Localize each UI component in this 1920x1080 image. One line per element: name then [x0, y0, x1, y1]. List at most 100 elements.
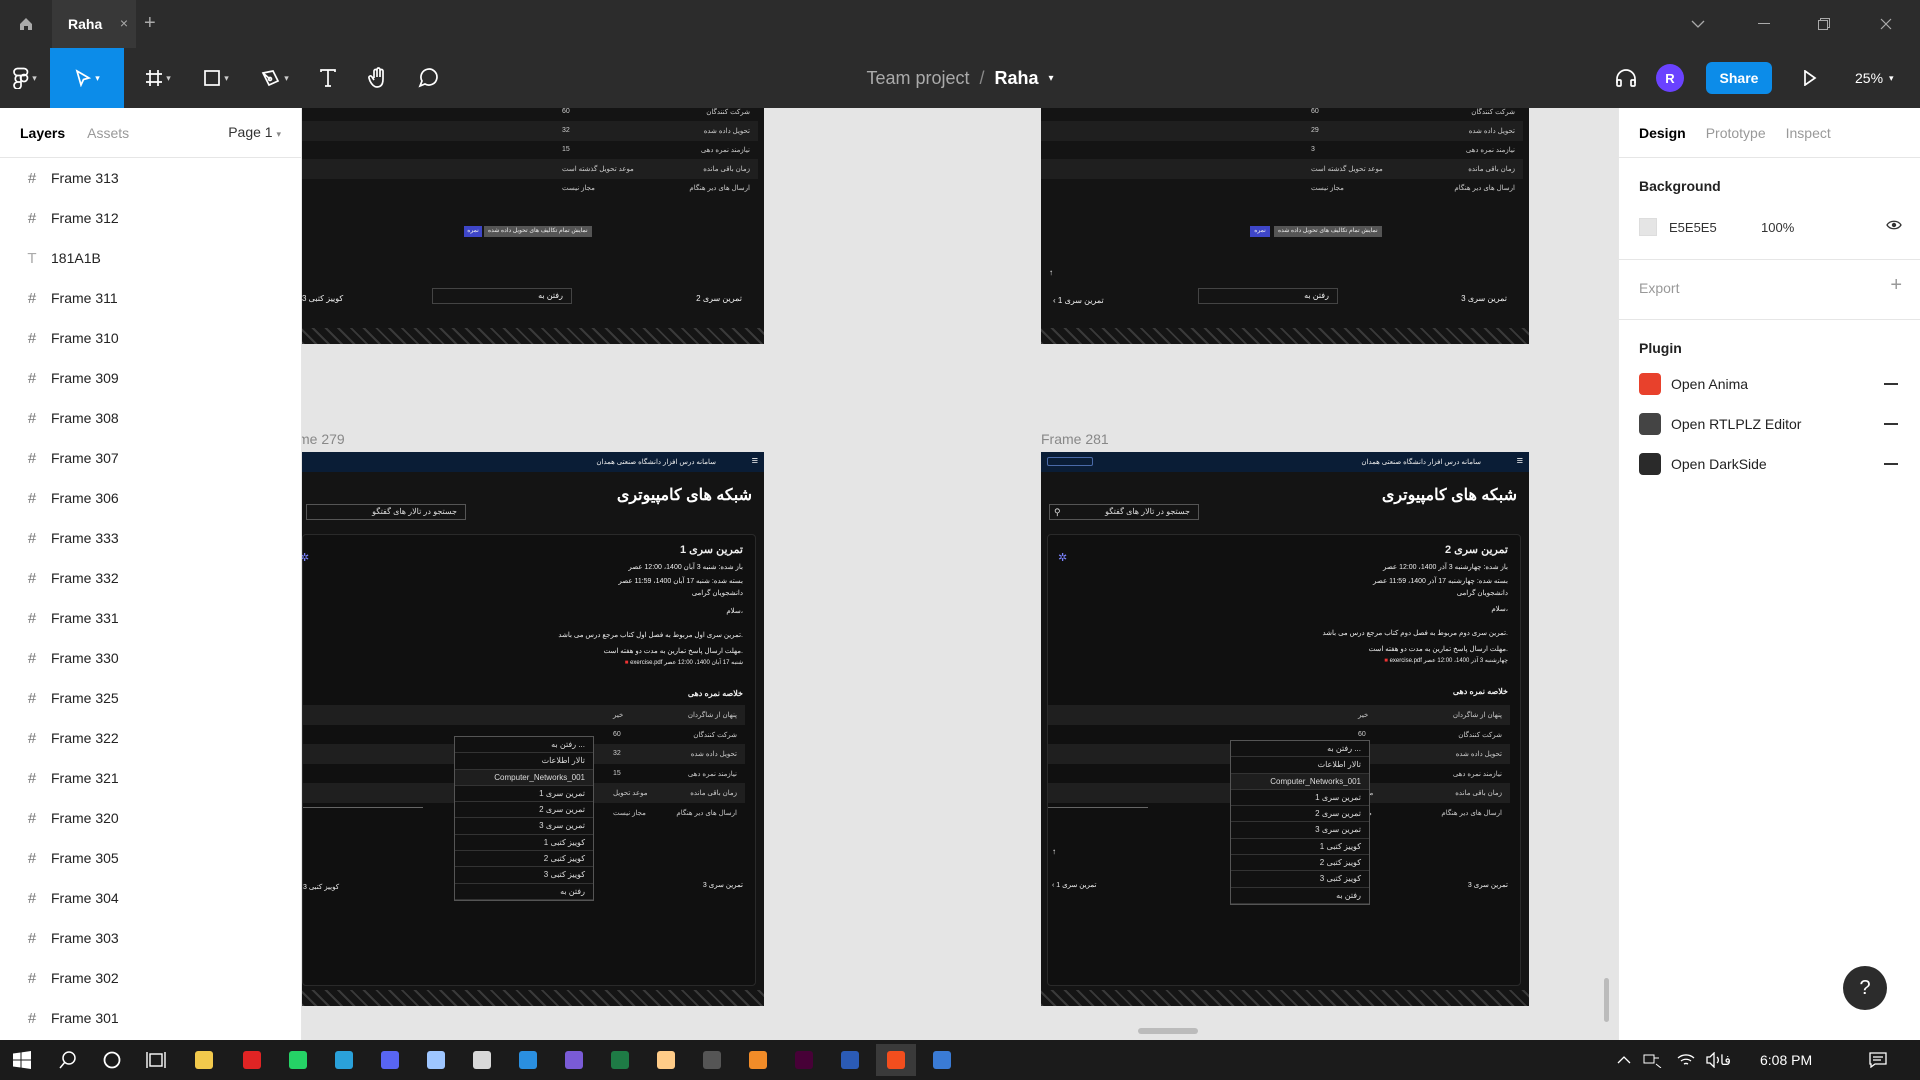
app-m-icon[interactable]: [554, 1044, 594, 1076]
layer-item[interactable]: T 181A1B: [0, 238, 301, 278]
layer-item[interactable]: # Frame 303: [0, 918, 301, 958]
layer-item[interactable]: # Frame 325: [0, 678, 301, 718]
login-button[interactable]: [1047, 457, 1093, 466]
layer-item[interactable]: # Frame 322: [0, 718, 301, 758]
dropdown-option[interactable]: تالار اطلاعات: [1231, 757, 1369, 774]
plugin-item[interactable]: Open DarkSide: [1639, 444, 1900, 484]
breadcrumb-team[interactable]: Team project: [866, 68, 969, 89]
layer-item[interactable]: # Frame 309: [0, 358, 301, 398]
frame-label[interactable]: Frame 281: [1041, 431, 1109, 447]
breadcrumb-file[interactable]: Raha: [995, 68, 1039, 89]
dropdown-option[interactable]: Computer_Networks_001: [1231, 773, 1369, 790]
dropdown-option[interactable]: کوییز کتبی 3: [455, 867, 593, 884]
search-icon[interactable]: [48, 1044, 88, 1076]
nav-prev-link[interactable]: کوییز کتبی 3: [302, 294, 343, 303]
dropdown-option[interactable]: تمرین سری 2: [455, 802, 593, 819]
notification-icon[interactable]: [1858, 1044, 1898, 1076]
frame-top-left[interactable]: شرکت کنندگان 60 تحویل داده شده 32 نیازمند نم…: [302, 108, 764, 344]
windows-start-icon[interactable]: [2, 1044, 42, 1076]
eye-icon[interactable]: [1886, 218, 1902, 236]
layer-item[interactable]: # Frame 302: [0, 958, 301, 998]
vertical-scrollbar[interactable]: [1604, 978, 1609, 1022]
dropdown-option[interactable]: کوییز کتبی 2: [455, 851, 593, 868]
adobe-xd-icon[interactable]: [784, 1044, 824, 1076]
dropdown-option[interactable]: رفتن به: [1231, 888, 1369, 904]
forum-search-input[interactable]: جستجو در تالار های گفتگو: [306, 504, 466, 520]
frame-top-right[interactable]: شرکت کنندگان 60 تحویل داده شده 29 نیازمند نم…: [1041, 108, 1529, 344]
dropdown-option[interactable]: Computer_Networks_001: [455, 769, 593, 786]
jump-to-dropdown[interactable]: رفتن به ... تالار اطلاعات Computer_Network…: [454, 736, 594, 901]
dropdown-option[interactable]: تالار اطلاعات: [455, 753, 593, 770]
dropdown-option[interactable]: کوییز کتبی 3: [1231, 871, 1369, 888]
plugin-item[interactable]: Open RTLPLZ Editor: [1639, 404, 1900, 444]
dropdown-option[interactable]: تمرین سری 1: [455, 786, 593, 803]
dropdown-option[interactable]: تمرین سری 3: [455, 818, 593, 835]
gear-icon[interactable]: ✲: [302, 551, 309, 564]
page-selector[interactable]: Page 1 ▾: [228, 124, 281, 140]
attachment[interactable]: ■ exercise.pdf شنبه 17 آبان 1400، 12:00 …: [625, 659, 743, 666]
app-cube-icon[interactable]: [416, 1044, 456, 1076]
file-explorer-icon[interactable]: [184, 1044, 224, 1076]
nav-next-link[interactable]: تمرین سری 2: [696, 294, 742, 303]
word-icon[interactable]: [830, 1044, 870, 1076]
avatar[interactable]: R: [1656, 64, 1684, 92]
layer-item[interactable]: # Frame 306: [0, 478, 301, 518]
show-submissions-button[interactable]: نمایش تمام تکالیف های تحویل داده شده: [484, 226, 592, 237]
layer-item[interactable]: # Frame 307: [0, 438, 301, 478]
nav-prev-link[interactable]: ‹ تمرین سری 1: [1053, 296, 1104, 305]
layer-item[interactable]: # Frame 313: [0, 158, 301, 198]
chevron-down-icon[interactable]: ▾: [1049, 73, 1054, 84]
app-doc-icon[interactable]: [646, 1044, 686, 1076]
layer-item[interactable]: # Frame 308: [0, 398, 301, 438]
jump-to-select[interactable]: رفتن به: [1198, 288, 1338, 304]
remove-plugin-icon[interactable]: [1884, 423, 1898, 425]
tab-layers[interactable]: Layers: [20, 125, 65, 141]
add-export-icon[interactable]: +: [1890, 274, 1902, 297]
present-button[interactable]: [1790, 48, 1830, 108]
background-opacity-input[interactable]: 100%: [1761, 220, 1794, 235]
tab-assets[interactable]: Assets: [87, 125, 129, 141]
help-button[interactable]: ?: [1843, 966, 1887, 1010]
grade-button[interactable]: نمره: [464, 226, 482, 237]
tab-prototype[interactable]: Prototype: [1706, 125, 1766, 141]
hamburger-icon[interactable]: ≡: [752, 455, 758, 467]
nav-prev-link[interactable]: ‹ تمرین سری 1: [1052, 881, 1096, 889]
share-button[interactable]: Share: [1706, 62, 1772, 94]
restore-icon[interactable]: [1794, 0, 1854, 48]
dropdown-option[interactable]: کوییز کتبی 1: [455, 835, 593, 852]
show-submissions-button[interactable]: نمایش تمام تکالیف های تحویل داده شده: [1274, 226, 1382, 237]
dropdown-option[interactable]: کوییز کتبی 2: [1231, 855, 1369, 872]
remove-plugin-icon[interactable]: [1884, 383, 1898, 385]
frame-279[interactable]: سامانه درس افزار دانشگاه صنعتی همدان ≡ ش…: [302, 452, 764, 1006]
layer-item[interactable]: # Frame 312: [0, 198, 301, 238]
frame-281[interactable]: سامانه درس افزار دانشگاه صنعتی همدان ≡ ش…: [1041, 452, 1529, 1006]
clock[interactable]: 6:08 PM: [1760, 1040, 1812, 1080]
dropdown-option[interactable]: رفتن به: [455, 884, 593, 900]
layer-item[interactable]: # Frame 311: [0, 278, 301, 318]
excel-icon[interactable]: [600, 1044, 640, 1076]
layer-item[interactable]: # Frame 321: [0, 758, 301, 798]
chevron-down-icon[interactable]: [1668, 0, 1728, 48]
nav-next-link[interactable]: تمرین سری 3: [1468, 881, 1508, 889]
forum-search-input[interactable]: ⚲ جستجو در تالار های گفتگو: [1049, 504, 1199, 520]
zoom-dropdown[interactable]: 25% ▾: [1855, 48, 1894, 108]
dropdown-option[interactable]: تمرین سری 2: [1231, 806, 1369, 823]
close-tab-icon[interactable]: ×: [120, 15, 128, 31]
tab-inspect[interactable]: Inspect: [1786, 125, 1831, 141]
new-tab-icon[interactable]: +: [144, 12, 156, 35]
canvas[interactable]: شرکت کنندگان 60 تحویل داده شده 32 نیازمند نم…: [302, 108, 1618, 1040]
file-tab[interactable]: Raha ×: [52, 0, 136, 48]
jump-to-select[interactable]: رفتن به: [432, 288, 572, 304]
layer-item[interactable]: # Frame 304: [0, 878, 301, 918]
dropdown-option[interactable]: رفتن به ...: [455, 737, 593, 754]
language-indicator[interactable]: فا: [1720, 1040, 1731, 1080]
background-hex-input[interactable]: E5E5E5: [1669, 220, 1717, 235]
layer-item[interactable]: # Frame 301: [0, 998, 301, 1038]
home-icon[interactable]: [0, 0, 52, 48]
hamburger-icon[interactable]: ≡: [1517, 455, 1523, 467]
gear-icon[interactable]: ✲: [1058, 551, 1067, 564]
telegram-icon[interactable]: [324, 1044, 364, 1076]
opera-icon[interactable]: [232, 1044, 272, 1076]
whatsapp-icon[interactable]: [278, 1044, 318, 1076]
tab-design[interactable]: Design: [1639, 125, 1686, 141]
